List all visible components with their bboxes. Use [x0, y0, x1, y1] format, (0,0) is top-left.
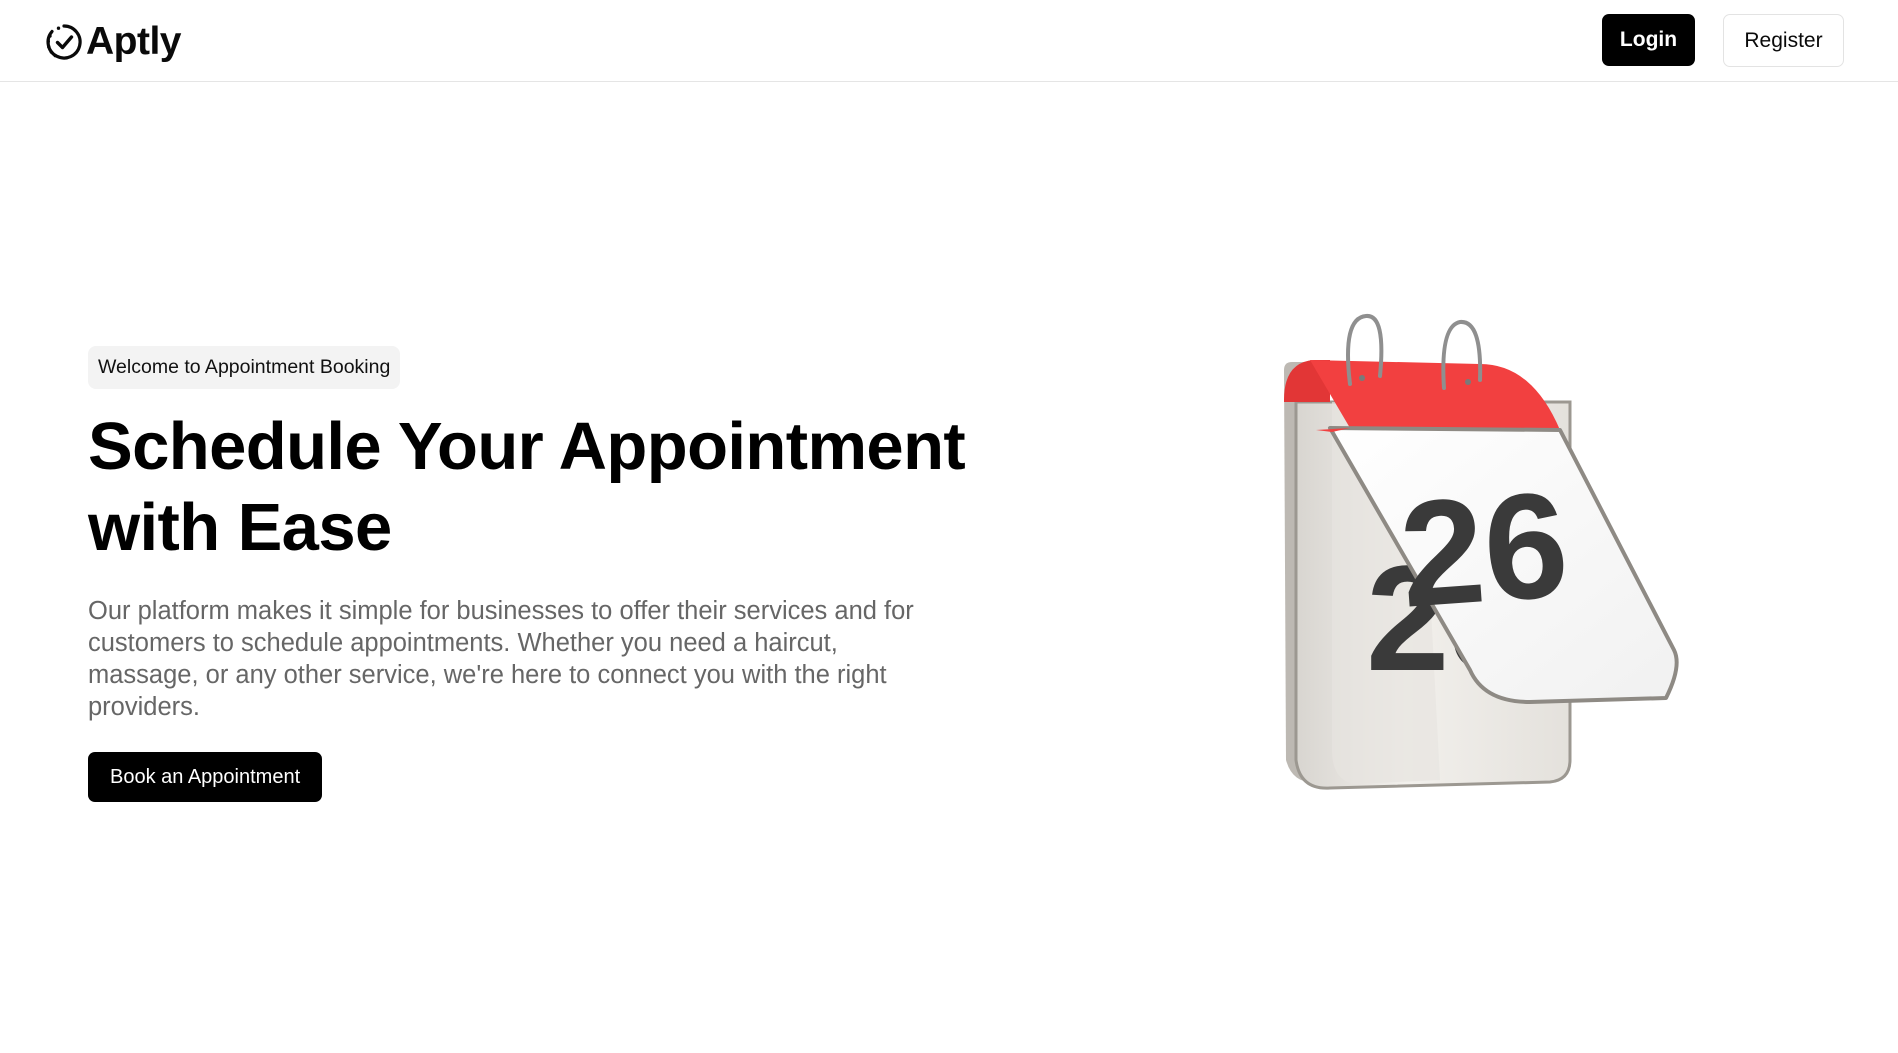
- hero-description: Our platform makes it simple for busines…: [88, 597, 914, 721]
- hero-title: Schedule Your Appointment with Ease: [88, 406, 968, 568]
- hero-title-line-1: Schedule Your Appointment: [88, 409, 966, 484]
- circle-check-icon: [46, 24, 82, 60]
- auth-actions: Login Register: [1602, 14, 1844, 67]
- welcome-badge: Welcome to Appointment Booking: [88, 346, 401, 389]
- register-button[interactable]: Register: [1723, 14, 1844, 67]
- book-appointment-button[interactable]: Book an Appointment: [88, 752, 323, 802]
- calendar-icon: 25 26: [1284, 314, 1679, 790]
- brand-logo-link[interactable]: Aptly: [44, 18, 182, 66]
- top-navbar: Aptly Login Register: [0, 0, 1898, 82]
- calendar-front-day: 26: [1395, 460, 1573, 639]
- brand-name: Aptly: [86, 20, 182, 63]
- login-button[interactable]: Login: [1602, 14, 1695, 66]
- hero-title-line-2: with Ease: [88, 490, 392, 565]
- hero-content: Welcome to Appointment Booking Schedule …: [88, 346, 968, 802]
- calendar-illustration: 25 26: [1270, 310, 1730, 800]
